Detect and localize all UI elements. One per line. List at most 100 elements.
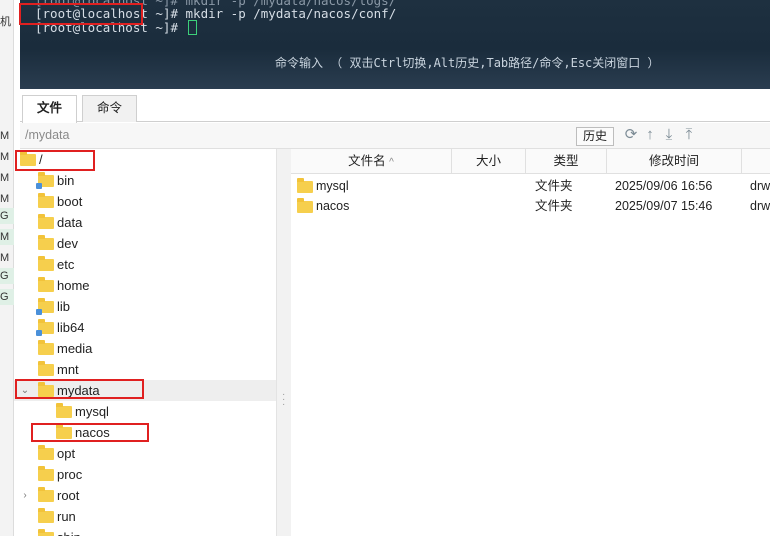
folder-icon	[297, 198, 313, 213]
folder-icon	[38, 466, 54, 481]
folder-link-icon	[36, 319, 54, 336]
strip-item: M	[0, 193, 10, 205]
tree-item-label: sbin	[57, 527, 81, 536]
terminal-command: ~]# mkdir -p /mydata/nacos/conf/	[147, 6, 397, 21]
file-row-mysql[interactable]: mysql 文件夹 2025/09/06 16:56 drwxr-xr-x	[291, 176, 770, 196]
file-name: nacos	[316, 199, 350, 213]
file-name: mysql	[316, 179, 349, 193]
strip-item: M	[0, 151, 10, 163]
splitter-grip-icon[interactable]: · · ·	[282, 390, 285, 410]
folder-icon	[297, 178, 313, 193]
strip-item: G	[0, 268, 14, 284]
directory-tree: / bin boot data dev etc home lib lib64 m…	[14, 149, 277, 536]
tree-item-boot[interactable]: boot	[14, 191, 276, 212]
strip-item: 机	[0, 16, 11, 28]
file-type: 文件夹	[535, 199, 573, 213]
tree-item-mysql[interactable]: mysql	[14, 401, 276, 422]
annotation-highlight-box	[15, 150, 95, 171]
file-permissions: drwxr-xr-x	[750, 199, 770, 213]
tree-item-label: lib	[57, 299, 71, 314]
terminal-panel[interactable]: [root@localhost ~]# mkdir -p /mydata/nac…	[19, 0, 770, 89]
file-manager-window: 机 M M M M G M M G G [root@localhost ~]# …	[0, 0, 770, 536]
chevron-right-icon[interactable]: ›	[20, 485, 30, 506]
annotation-highlight-box	[19, 3, 143, 25]
tree-item-bin[interactable]: bin	[14, 170, 276, 191]
strip-item: M	[0, 130, 10, 142]
strip-item: G	[0, 289, 14, 305]
file-mtime: 2025/09/07 15:46	[615, 199, 713, 213]
tree-item-label: home	[57, 278, 90, 293]
tree-item-label: media	[57, 341, 93, 356]
upload-icon[interactable]: ⤒	[680, 126, 698, 144]
download-icon[interactable]: ⤓	[660, 126, 678, 144]
tree-item-media[interactable]: media	[14, 338, 276, 359]
path-bar: /mydata 历史 ⟳ ↑ ⤓ ⤒	[20, 123, 770, 149]
tree-item-label: proc	[57, 467, 83, 482]
tree-item-proc[interactable]: proc	[14, 464, 276, 485]
tab-commands[interactable]: 命令	[82, 95, 138, 122]
column-header-label: 文件名	[348, 154, 386, 168]
tree-item-mnt[interactable]: mnt	[14, 359, 276, 380]
file-row-nacos[interactable]: nacos 文件夹 2025/09/07 15:46 drwxr-xr-x	[291, 196, 770, 216]
file-permissions: drwxr-xr-x	[750, 179, 770, 193]
strip-item: G	[0, 208, 14, 224]
strip-item: M	[0, 252, 10, 264]
annotation-highlight-box	[31, 423, 149, 442]
folder-link-icon	[36, 172, 54, 189]
tree-item-lib64[interactable]: lib64	[14, 317, 276, 338]
column-header-size[interactable]: 大小	[452, 149, 526, 174]
pane-splitter[interactable]: · · ·	[277, 149, 291, 536]
column-header-permissions[interactable]	[742, 149, 770, 174]
folder-icon	[56, 403, 72, 418]
tree-item-label: boot	[57, 194, 83, 209]
tree-item-label: dev	[57, 236, 78, 251]
file-list-header: 文件名 ^ 大小 类型 修改时间	[291, 149, 770, 174]
folder-link-icon	[36, 298, 54, 315]
command-input-hint[interactable]: 命令输入 （ 双击Ctrl切换,Alt历史,Tab路径/命令,Esc关闭窗口 ）	[275, 53, 660, 73]
tree-item-data[interactable]: data	[14, 212, 276, 233]
tree-item-root-dir[interactable]: › root	[14, 485, 276, 506]
file-list: 文件名 ^ 大小 类型 修改时间 mysql 文件夹 2025/09/06 16…	[291, 149, 770, 536]
strip-item: M	[0, 172, 10, 184]
column-header-mtime[interactable]: 修改时间	[607, 149, 742, 174]
folder-icon	[38, 487, 54, 502]
tree-item-opt[interactable]: opt	[14, 443, 276, 464]
annotation-highlight-box	[15, 379, 144, 399]
folder-icon	[38, 214, 54, 229]
tree-item-label: mysql	[75, 404, 109, 419]
folder-link-icon	[38, 529, 54, 536]
folder-icon	[38, 235, 54, 250]
file-mtime: 2025/09/06 16:56	[615, 179, 713, 193]
left-panel-strip: 机 M M M M G M M G G	[0, 0, 14, 536]
folder-icon	[38, 340, 54, 355]
column-header-type[interactable]: 类型	[526, 149, 607, 174]
tree-item-label: opt	[57, 446, 76, 461]
tree-item-label: run	[57, 509, 76, 524]
sort-ascending-icon: ^	[389, 157, 394, 168]
tree-item-lib[interactable]: lib	[14, 296, 276, 317]
tree-item-run[interactable]: run	[14, 506, 276, 527]
tree-item-etc[interactable]: etc	[14, 254, 276, 275]
tree-item-label: etc	[57, 257, 75, 272]
tree-item-sbin[interactable]: sbin	[14, 527, 276, 536]
folder-icon	[38, 445, 54, 460]
tree-item-dev[interactable]: dev	[14, 233, 276, 254]
tree-item-label: lib64	[57, 320, 85, 335]
folder-icon	[38, 277, 54, 292]
tree-item-label: bin	[57, 173, 75, 188]
current-path[interactable]: /mydata	[25, 128, 69, 142]
tab-files[interactable]: 文件	[22, 95, 78, 123]
tree-item-label: mnt	[57, 362, 79, 377]
history-button[interactable]: 历史	[576, 127, 614, 146]
folder-icon	[38, 193, 54, 208]
go-up-icon[interactable]: ↑	[641, 126, 659, 144]
tree-item-label: data	[57, 215, 83, 230]
refresh-icon[interactable]: ⟳	[622, 126, 640, 144]
terminal-cursor	[187, 20, 197, 35]
column-header-name[interactable]: 文件名 ^	[291, 149, 452, 174]
tree-item-home[interactable]: home	[14, 275, 276, 296]
file-type: 文件夹	[535, 179, 573, 193]
folder-icon	[38, 508, 54, 523]
folder-icon	[38, 256, 54, 271]
tab-bar: 文件 命令	[20, 89, 770, 123]
